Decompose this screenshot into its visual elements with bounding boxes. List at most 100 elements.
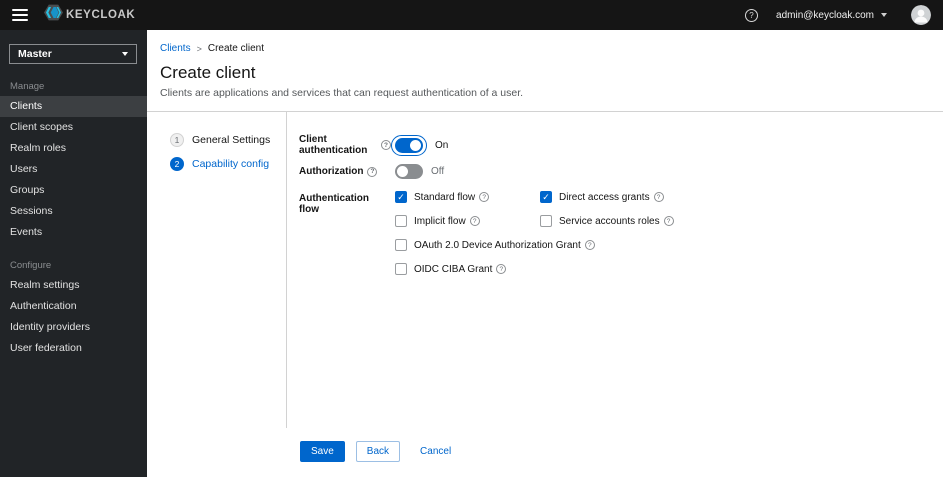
- sidebar-item-sessions[interactable]: Sessions: [0, 201, 147, 222]
- checkbox-label: Direct access grants: [559, 191, 650, 203]
- authorization-label: Authorization ?: [299, 166, 391, 177]
- sidebar-item-groups[interactable]: Groups: [0, 180, 147, 201]
- sidebar-item-label: Groups: [10, 184, 45, 196]
- toggle-state-label: On: [435, 139, 449, 151]
- sidebar-item-realm-settings[interactable]: Realm settings: [0, 275, 147, 296]
- direct-access-grants-checkbox[interactable]: [540, 191, 552, 203]
- breadcrumb: Clients > Create client: [147, 30, 943, 54]
- sidebar-section-manage: Manage: [10, 81, 45, 92]
- sidebar-item-realm-roles[interactable]: Realm roles: [0, 138, 147, 159]
- help-icon[interactable]: ?: [367, 166, 378, 177]
- step-label: General Settings: [192, 134, 271, 146]
- option-standard-flow: Standard flow ?: [395, 191, 540, 203]
- masthead-right: ? admin@keycloak.com: [745, 5, 931, 25]
- standard-flow-checkbox[interactable]: [395, 191, 407, 203]
- authentication-flow-label: Authentication flow: [299, 193, 369, 215]
- help-icon[interactable]: ?: [653, 192, 664, 202]
- checkbox-label: Service accounts roles: [559, 215, 660, 227]
- avatar[interactable]: [911, 5, 931, 25]
- realm-selector[interactable]: Master: [9, 44, 137, 64]
- step-label: Capability config: [192, 158, 270, 170]
- sidebar-item-authentication[interactable]: Authentication: [0, 296, 147, 317]
- help-icon[interactable]: ?: [745, 8, 759, 22]
- sidebar-item-clients[interactable]: Clients: [0, 96, 147, 117]
- help-icon[interactable]: ?: [584, 240, 595, 250]
- keycloak-logo-icon: [44, 3, 63, 27]
- help-icon[interactable]: ?: [469, 216, 480, 226]
- breadcrumb-separator: >: [196, 43, 202, 54]
- chevron-down-icon: [881, 13, 887, 17]
- checkbox-label: OAuth 2.0 Device Authorization Grant: [414, 239, 581, 251]
- main-content: Clients > Create client Create client Cl…: [147, 30, 943, 477]
- label-text: Client authentication: [299, 134, 368, 156]
- sidebar-item-label: Users: [10, 163, 38, 175]
- realm-selector-value: Master: [18, 48, 52, 60]
- option-oidc-ciba-grant: OIDC CIBA Grant ?: [395, 263, 674, 275]
- help-icon[interactable]: ?: [479, 192, 490, 202]
- sidebar-item-label: Realm roles: [10, 142, 67, 154]
- wizard-footer: Save Back Cancel: [300, 441, 451, 462]
- client-authentication-row: Client authentication ? On: [299, 134, 943, 156]
- option-service-accounts-roles: Service accounts roles ?: [540, 215, 674, 227]
- toggle-state-label: Off: [431, 166, 445, 177]
- authorization-toggle[interactable]: [395, 164, 423, 179]
- sidebar-item-label: User federation: [10, 342, 82, 354]
- user-dropdown[interactable]: admin@keycloak.com: [776, 10, 887, 21]
- sidebar-item-label: Client scopes: [10, 121, 74, 133]
- breadcrumb-current: Create client: [207, 43, 264, 54]
- user-email: admin@keycloak.com: [776, 9, 874, 21]
- client-authentication-label: Client authentication ?: [299, 134, 391, 156]
- checkbox-label: Standard flow: [414, 191, 476, 203]
- sidebar-item-events[interactable]: Events: [0, 222, 147, 243]
- checkbox-label: OIDC CIBA Grant: [414, 263, 493, 275]
- keycloak-logo: KEYCLOAK: [44, 3, 135, 27]
- help-icon[interactable]: ?: [381, 140, 391, 150]
- masthead: KEYCLOAK ? admin@keycloak.com: [0, 0, 943, 30]
- page-title: Create client: [160, 63, 256, 82]
- wizard-step-capability-config[interactable]: 2 Capability config: [170, 157, 286, 171]
- option-oauth-device-grant: OAuth 2.0 Device Authorization Grant ?: [395, 239, 674, 251]
- step-number: 2: [170, 157, 184, 171]
- chevron-down-icon: [122, 52, 128, 56]
- oidc-ciba-grant-checkbox[interactable]: [395, 263, 407, 275]
- sidebar: Master Manage Clients Client scopes Real…: [0, 30, 147, 477]
- sidebar-item-identity-providers[interactable]: Identity providers: [0, 317, 147, 338]
- help-icon[interactable]: ?: [496, 264, 507, 274]
- wizard-nav: 1 General Settings 2 Capability config: [147, 112, 287, 428]
- keycloak-admin-console: KEYCLOAK ? admin@keycloak.com Master Man…: [0, 0, 943, 477]
- authorization-control: Off: [391, 164, 444, 179]
- option-implicit-flow: Implicit flow ?: [395, 215, 540, 227]
- sidebar-item-label: Events: [10, 226, 43, 238]
- client-authentication-control: On: [391, 134, 449, 156]
- keycloak-logo-text: KEYCLOAK: [66, 9, 136, 21]
- toggle-focus-ring: [391, 134, 427, 156]
- create-client-wizard: 1 General Settings 2 Capability config C…: [147, 112, 943, 477]
- sidebar-item-label: Identity providers: [10, 321, 90, 333]
- sidebar-item-user-federation[interactable]: User federation: [0, 338, 147, 359]
- sidebar-item-label: Realm settings: [10, 279, 80, 291]
- cancel-button[interactable]: Cancel: [420, 442, 451, 461]
- sidebar-item-users[interactable]: Users: [0, 159, 147, 180]
- capability-config-form: Client authentication ? On Authorization…: [287, 112, 943, 477]
- back-button[interactable]: Back: [355, 441, 401, 462]
- sidebar-item-label: Clients: [10, 100, 43, 112]
- authorization-row: Authorization ? Off: [299, 161, 943, 182]
- oauth-device-grant-checkbox[interactable]: [395, 239, 407, 251]
- wizard-step-general-settings[interactable]: 1 General Settings: [170, 133, 286, 147]
- help-icon[interactable]: ?: [663, 216, 674, 226]
- authentication-flow-row: Authentication flow Standard flow ? Dire…: [299, 191, 943, 275]
- implicit-flow-checkbox[interactable]: [395, 215, 407, 227]
- service-accounts-roles-checkbox[interactable]: [540, 215, 552, 227]
- checkbox-label: Implicit flow: [414, 215, 466, 227]
- sidebar-item-label: Sessions: [10, 205, 53, 217]
- client-authentication-toggle[interactable]: [395, 137, 423, 153]
- step-number: 1: [170, 133, 184, 147]
- option-direct-access-grants: Direct access grants ?: [540, 191, 674, 203]
- breadcrumb-clients-link[interactable]: Clients: [160, 43, 191, 54]
- hamburger-menu-icon[interactable]: [12, 9, 28, 21]
- page-description: Clients are applications and services th…: [160, 87, 524, 99]
- sidebar-item-client-scopes[interactable]: Client scopes: [0, 117, 147, 138]
- save-button[interactable]: Save: [300, 441, 345, 462]
- authentication-flow-options: Standard flow ? Direct access grants ? I: [391, 191, 674, 275]
- label-text: Authorization: [299, 166, 364, 177]
